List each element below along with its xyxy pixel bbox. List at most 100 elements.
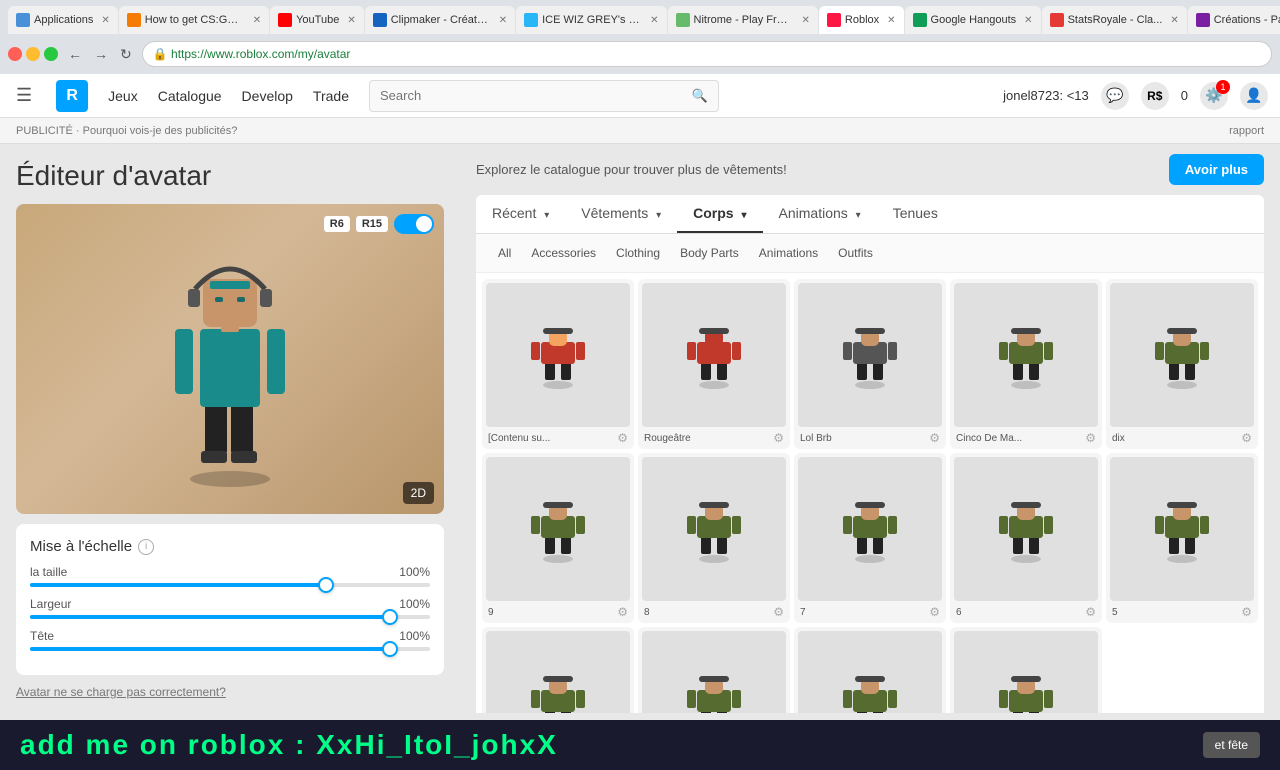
scale-info-icon[interactable]: i bbox=[138, 539, 154, 555]
cat-tab-animations[interactable]: Animations ▾ bbox=[763, 195, 877, 233]
sub-tab-accessories[interactable]: Accessories bbox=[521, 242, 606, 264]
browser-tab[interactable]: Google Hangouts✕ bbox=[905, 6, 1041, 34]
avoir-plus-button[interactable]: Avoir plus bbox=[1169, 154, 1264, 185]
sub-tab-body-parts[interactable]: Body Parts bbox=[670, 242, 749, 264]
address-bar[interactable]: 🔒 https://www.roblox.com/my/avatar bbox=[142, 41, 1272, 67]
item-card[interactable]: 8 ⚙ bbox=[638, 453, 790, 623]
chevron-down-icon: ▾ bbox=[544, 210, 549, 221]
item-name: Lol Brb bbox=[800, 433, 832, 444]
item-card[interactable]: 4 ⚙ bbox=[482, 627, 634, 713]
search-icon[interactable]: 🔍 bbox=[692, 88, 708, 104]
search-bar[interactable]: 🔍 bbox=[369, 80, 719, 112]
item-name: 8 bbox=[644, 607, 650, 618]
item-card[interactable]: [Contenu su... ⚙ bbox=[482, 279, 634, 449]
scale-slider-0[interactable] bbox=[30, 583, 430, 587]
forward-button[interactable]: → bbox=[90, 44, 112, 64]
browser-tab[interactable]: ICE WIZ GREY's #8QC...✕ bbox=[516, 6, 666, 34]
cat-tab-tenues[interactable]: Tenues bbox=[877, 195, 954, 233]
ad-bar: PUBLICITÉ · Pourquoi vois-je des publici… bbox=[0, 118, 1280, 144]
item-gear-icon[interactable]: ⚙ bbox=[773, 605, 784, 619]
item-image bbox=[642, 631, 786, 713]
r15-toggle[interactable] bbox=[394, 214, 434, 234]
sub-tab-all[interactable]: All bbox=[488, 242, 521, 264]
cat-tab-corps[interactable]: Corps ▾ bbox=[677, 195, 762, 233]
chat-icon[interactable]: 💬 bbox=[1101, 82, 1129, 110]
browser-tab[interactable]: YouTube✕ bbox=[270, 6, 364, 34]
item-gear-icon[interactable]: ⚙ bbox=[617, 431, 628, 445]
item-footer: Cinco De Ma... ⚙ bbox=[954, 431, 1098, 445]
sub-tab-clothing[interactable]: Clothing bbox=[606, 242, 670, 264]
robux-icon[interactable]: R$ bbox=[1141, 82, 1169, 110]
minimize-window-button[interactable] bbox=[26, 47, 40, 61]
r15-badge[interactable]: R15 bbox=[356, 216, 388, 232]
account-icon[interactable]: 👤 bbox=[1240, 82, 1268, 110]
item-gear-icon[interactable]: ⚙ bbox=[1241, 431, 1252, 445]
search-input[interactable] bbox=[380, 88, 692, 103]
item-card[interactable]: 6 ⚙ bbox=[950, 453, 1102, 623]
item-footer: 5 ⚙ bbox=[1110, 605, 1254, 619]
ad-text: PUBLICITÉ · Pourquoi vois-je des publici… bbox=[16, 125, 237, 137]
sub-tab-outfits[interactable]: Outfits bbox=[828, 242, 883, 264]
item-card[interactable]: 7 ⚙ bbox=[794, 453, 946, 623]
right-panel: Explorez le catalogue pour trouver plus … bbox=[460, 144, 1280, 720]
back-button[interactable]: ← bbox=[64, 44, 86, 64]
browser-tab[interactable]: Nitrome - Play Free Ga...✕ bbox=[668, 6, 818, 34]
chevron-down-icon: ▾ bbox=[856, 210, 861, 221]
avatar-error-link[interactable]: Avatar ne se charge pas correctement? bbox=[16, 685, 444, 699]
r6-badge[interactable]: R6 bbox=[324, 216, 350, 232]
browser-tab[interactable]: How to get CS:GO FR...✕ bbox=[119, 6, 269, 34]
browser-tab[interactable]: Applications✕ bbox=[8, 6, 118, 34]
item-card[interactable]: 2 ⚙ bbox=[794, 627, 946, 713]
item-gear-icon[interactable]: ⚙ bbox=[1085, 431, 1096, 445]
view-2d-button[interactable]: 2D bbox=[403, 482, 434, 504]
item-name: 9 bbox=[488, 607, 494, 618]
cat-tab-récent[interactable]: Récent ▾ bbox=[476, 195, 565, 233]
scale-slider-2[interactable] bbox=[30, 647, 430, 651]
avatar-preview: R6 R15 bbox=[16, 204, 444, 514]
browser-nav-buttons: ← → ↻ bbox=[64, 44, 136, 65]
cat-tab-vêtements[interactable]: Vêtements ▾ bbox=[565, 195, 677, 233]
item-card[interactable]: Lol Brb ⚙ bbox=[794, 279, 946, 449]
browser-tab[interactable]: StatsRoyale - Cla...✕ bbox=[1042, 6, 1187, 34]
item-card[interactable]: Rougeâtre ⚙ bbox=[638, 279, 790, 449]
scale-label: Largeur bbox=[30, 597, 71, 611]
item-name: 5 bbox=[1112, 607, 1118, 618]
item-gear-icon[interactable]: ⚙ bbox=[617, 605, 628, 619]
banner-text: add me on roblox : XxHi_ItoI_johxX bbox=[20, 729, 558, 761]
scale-title: Mise à l'échelle i bbox=[30, 538, 430, 555]
browser-tab[interactable]: Clipmaker - Créateur ...✕ bbox=[365, 6, 515, 34]
settings-icon[interactable]: ⚙️ 1 bbox=[1200, 82, 1228, 110]
nav-link-catalogue[interactable]: Catalogue bbox=[158, 88, 222, 104]
close-window-button[interactable] bbox=[8, 47, 22, 61]
browser-tab[interactable]: Créations - Panzoid✕ bbox=[1188, 6, 1280, 34]
item-gear-icon[interactable]: ⚙ bbox=[929, 431, 940, 445]
item-card[interactable]: dix ⚙ bbox=[1106, 279, 1258, 449]
item-gear-icon[interactable]: ⚙ bbox=[1241, 605, 1252, 619]
item-card[interactable]: 5 ⚙ bbox=[1106, 453, 1258, 623]
item-gear-icon[interactable]: ⚙ bbox=[929, 605, 940, 619]
item-card[interactable]: Cinco De Ma... ⚙ bbox=[950, 279, 1102, 449]
roblox-logo[interactable]: R bbox=[56, 80, 88, 112]
item-footer: 8 ⚙ bbox=[642, 605, 786, 619]
item-name: 7 bbox=[800, 607, 806, 618]
scale-slider-1[interactable] bbox=[30, 615, 430, 619]
hamburger-icon[interactable]: ☰ bbox=[12, 81, 36, 110]
sub-tabs: AllAccessoriesClothingBody PartsAnimatio… bbox=[476, 234, 1264, 273]
scale-value: 100% bbox=[399, 565, 430, 579]
browser-tab[interactable]: Roblox✕ bbox=[819, 6, 904, 34]
browser-top-bar: ← → ↻ 🔒 https://www.roblox.com/my/avatar bbox=[0, 34, 1280, 74]
nav-link-develop[interactable]: Develop bbox=[242, 88, 293, 104]
ad-report[interactable]: rapport bbox=[1229, 125, 1264, 137]
maximize-window-button[interactable] bbox=[44, 47, 58, 61]
item-card[interactable]: 1 ⚙ bbox=[950, 627, 1102, 713]
item-gear-icon[interactable]: ⚙ bbox=[1085, 605, 1096, 619]
page-title: Éditeur d'avatar bbox=[16, 160, 444, 192]
sub-tab-animations[interactable]: Animations bbox=[749, 242, 828, 264]
item-card[interactable]: 9 ⚙ bbox=[482, 453, 634, 623]
item-gear-icon[interactable]: ⚙ bbox=[773, 431, 784, 445]
et-fete-button[interactable]: et fête bbox=[1203, 732, 1260, 758]
item-card[interactable]: 3 ⚙ bbox=[638, 627, 790, 713]
nav-link-trade[interactable]: Trade bbox=[313, 88, 349, 104]
reload-button[interactable]: ↻ bbox=[116, 44, 136, 65]
nav-link-jeux[interactable]: Jeux bbox=[108, 88, 138, 104]
